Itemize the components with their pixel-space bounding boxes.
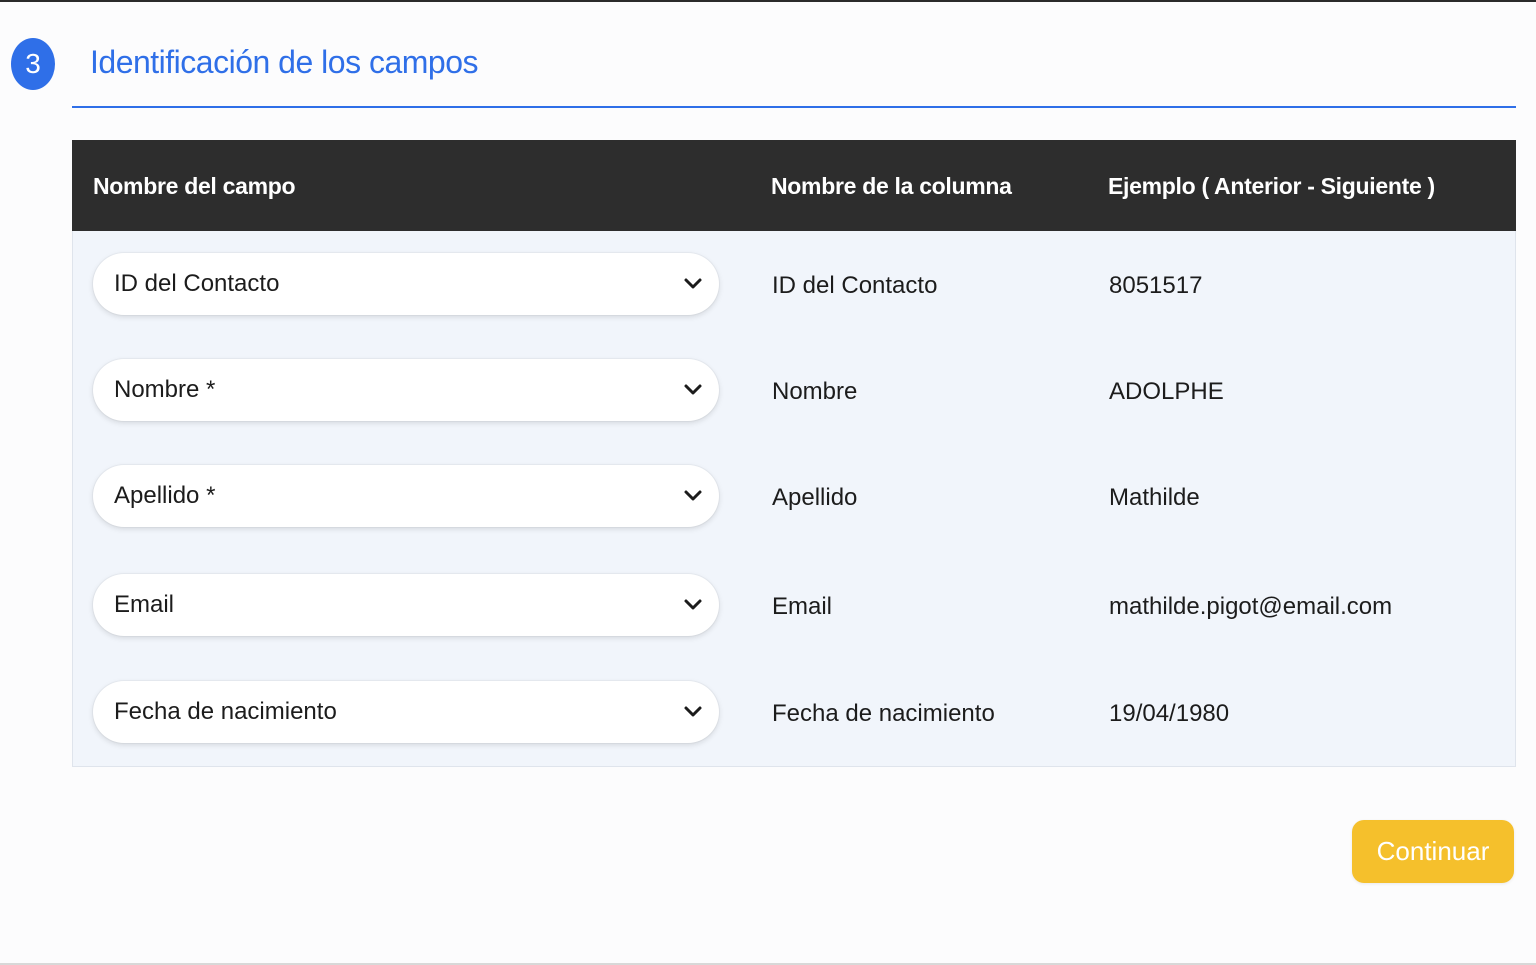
column-name-cell: Fecha de nacimiento (772, 700, 995, 727)
step-number-badge: 3 (11, 38, 55, 90)
continue-button[interactable]: Continuar (1352, 820, 1514, 883)
field-select-first-name[interactable]: Nombre * (93, 359, 719, 421)
field-select-last-name[interactable]: Apellido * (93, 465, 719, 527)
table-row: Fecha de nacimiento Fecha de nacimiento … (73, 681, 1515, 745)
field-select-value: Apellido * (114, 482, 216, 509)
table-row: ID del Contacto ID del Contacto 8051517 (73, 253, 1515, 317)
example-cell: 8051517 (1109, 272, 1203, 299)
header-column-name: Nombre de la columna (771, 173, 1012, 199)
example-cell: mathilde.pigot@email.com (1109, 593, 1393, 620)
chevron-down-icon (684, 278, 702, 289)
table-row: Nombre * Nombre ADOLPHE (73, 359, 1515, 423)
chevron-down-icon (684, 384, 702, 395)
column-name-cell: Email (772, 593, 833, 620)
header-field-name: Nombre del campo (93, 173, 296, 199)
column-name-cell: ID del Contacto (772, 272, 938, 299)
chevron-down-icon (684, 490, 702, 501)
table-row: Apellido * Apellido Mathilde (73, 465, 1515, 529)
section-title: Identificación de los campos (90, 44, 479, 80)
example-cell: ADOLPHE (1109, 378, 1224, 405)
field-mapping-table: Nombre del campo Nombre de la columna Ej… (72, 140, 1516, 767)
chevron-down-icon (684, 706, 702, 717)
table-row: Email Email mathilde.pigot@email.com (73, 574, 1515, 638)
header-example: Ejemplo ( Anterior - Siguiente ) (1108, 173, 1435, 199)
example-cell: 19/04/1980 (1109, 700, 1230, 727)
field-select-value: Nombre * (114, 376, 216, 403)
column-name-cell: Apellido (772, 484, 858, 511)
field-select-value: Fecha de nacimiento (114, 698, 337, 725)
title-divider (72, 106, 1516, 108)
field-select-value: Email (114, 591, 175, 618)
field-select-birth-date[interactable]: Fecha de nacimiento (93, 681, 719, 743)
field-select-contact-id[interactable]: ID del Contacto (93, 253, 719, 315)
top-border (0, 0, 1536, 2)
field-select-email[interactable]: Email (93, 574, 719, 636)
table-header: Nombre del campo Nombre de la columna Ej… (72, 140, 1516, 231)
chevron-down-icon (684, 599, 702, 610)
field-select-value: ID del Contacto (114, 270, 280, 297)
column-name-cell: Nombre (772, 378, 858, 405)
example-cell: Mathilde (1109, 484, 1200, 511)
